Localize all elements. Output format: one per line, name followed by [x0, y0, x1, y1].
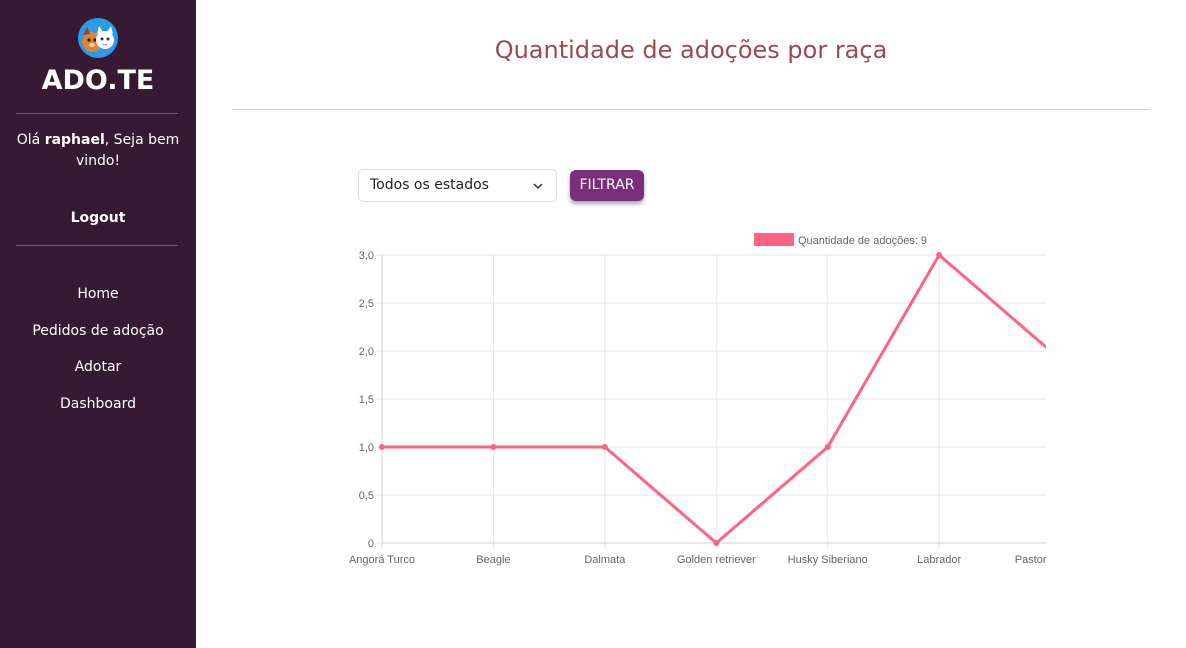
- y-tick-label: 0,5: [359, 490, 374, 502]
- y-tick-label: 2,0: [359, 346, 374, 358]
- chevron-down-icon: [533, 183, 543, 190]
- x-tick-label: Angorá Turco: [349, 554, 415, 566]
- data-point: [936, 252, 943, 258]
- main-content: Quantidade de adoções por raça Todos os …: [196, 0, 1186, 648]
- nav-item-adotar[interactable]: Adotar: [0, 357, 196, 394]
- pets-logo-icon: [78, 18, 118, 58]
- y-tick-label: 2,5: [359, 298, 374, 310]
- legend-label: Quantidade de adoções: 9: [798, 235, 927, 247]
- y-tick-label: 3,0: [359, 250, 374, 262]
- brand-name: ADO.TE: [41, 65, 155, 96]
- legend-swatch: [754, 233, 794, 246]
- logout-link[interactable]: Logout: [0, 210, 196, 226]
- x-tick-label: Dalmata: [584, 554, 626, 566]
- y-tick-label: 1,5: [359, 394, 374, 406]
- sidebar: ADO.TE Olá raphael, Seja bem vindo! Logo…: [0, 0, 196, 648]
- welcome-message: Olá raphael, Seja bem vindo!: [14, 130, 182, 172]
- x-tick-label: Golden retriever: [677, 554, 756, 566]
- x-tick-label: Labrador: [917, 554, 961, 566]
- nav-item-pedidos-de-adocao[interactable]: Pedidos de adoção: [0, 321, 196, 358]
- state-filter-value: Todos os estados: [370, 177, 489, 193]
- logo[interactable]: ADO.TE: [0, 17, 196, 96]
- sidebar-divider-top: [16, 113, 178, 114]
- page-title: Quantidade de adoções por raça: [494, 36, 888, 64]
- adoptions-line-chart: 0 0,5 1,0 1,5 2,0 2,5 3,0 Angorá Turco Beagle Dal…: [349, 233, 1046, 566]
- y-tick-label: 0: [368, 538, 374, 550]
- y-tick-label: 1,0: [359, 442, 374, 454]
- data-point: [824, 444, 831, 450]
- nav-item-dashboard[interactable]: Dashboard: [0, 394, 196, 431]
- data-point: [601, 444, 608, 450]
- sidebar-divider-bottom: [16, 245, 178, 246]
- data-point: [713, 540, 720, 546]
- nav-item-home[interactable]: Home: [0, 284, 196, 321]
- title-divider: [232, 109, 1150, 110]
- filter-button[interactable]: FILTRAR: [570, 170, 644, 201]
- state-filter-select[interactable]: Todos os estados: [358, 169, 557, 202]
- x-tick-label: Husky Siberiano: [788, 554, 868, 566]
- username: raphael: [44, 132, 105, 148]
- sidebar-nav: Home Pedidos de adoção Adotar Dashboard: [0, 284, 196, 430]
- data-point: [379, 444, 385, 450]
- greeting-prefix: Olá: [16, 132, 45, 148]
- data-point: [490, 444, 497, 450]
- x-tick-label: Beagle: [476, 554, 510, 566]
- x-tick-label: Pastor Alemao: [1015, 554, 1046, 566]
